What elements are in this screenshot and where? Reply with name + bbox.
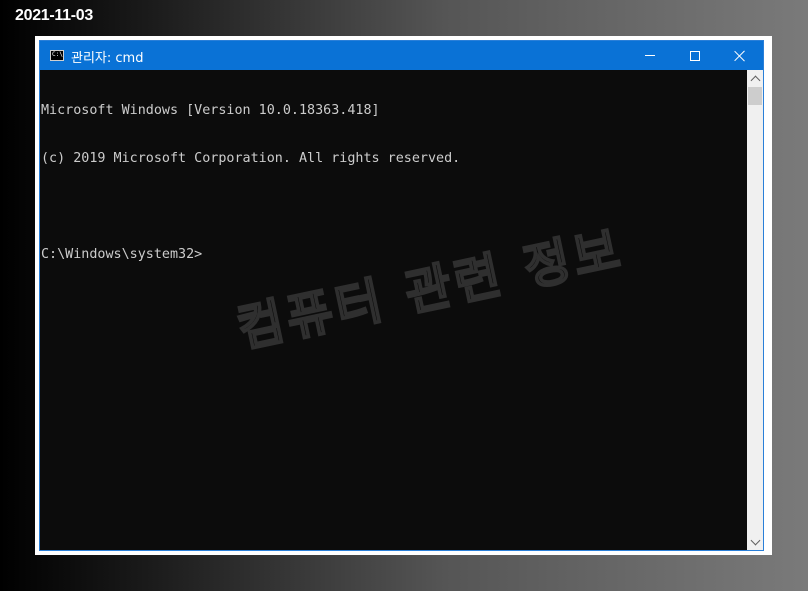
vertical-scrollbar[interactable] — [747, 70, 763, 550]
chevron-up-icon — [750, 75, 760, 85]
close-button[interactable] — [717, 41, 763, 70]
scroll-up-button[interactable] — [747, 70, 763, 86]
window-title: 관리자: cmd — [71, 51, 144, 66]
maximize-icon — [690, 50, 700, 61]
cmd-icon-glyph: C:\ — [52, 51, 63, 58]
cmd-window: C:\ 관리자: cmd Microsoft Windows [Version … — [39, 40, 764, 551]
console-line: (c) 2019 Microsoft Corporation. All righ… — [41, 151, 461, 166]
minimize-icon — [645, 55, 655, 56]
date-label: 2021-11-03 — [15, 7, 93, 24]
minimize-button[interactable] — [627, 41, 673, 70]
scroll-down-button[interactable] — [747, 534, 763, 550]
close-icon — [734, 50, 746, 62]
cmd-icon[interactable]: C:\ — [50, 50, 64, 61]
title-bar[interactable]: C:\ 관리자: cmd — [40, 41, 763, 70]
chevron-down-icon — [750, 535, 760, 545]
maximize-button[interactable] — [672, 41, 718, 70]
console-line: Microsoft Windows [Version 10.0.18363.41… — [41, 103, 380, 118]
scroll-thumb[interactable] — [748, 87, 762, 105]
